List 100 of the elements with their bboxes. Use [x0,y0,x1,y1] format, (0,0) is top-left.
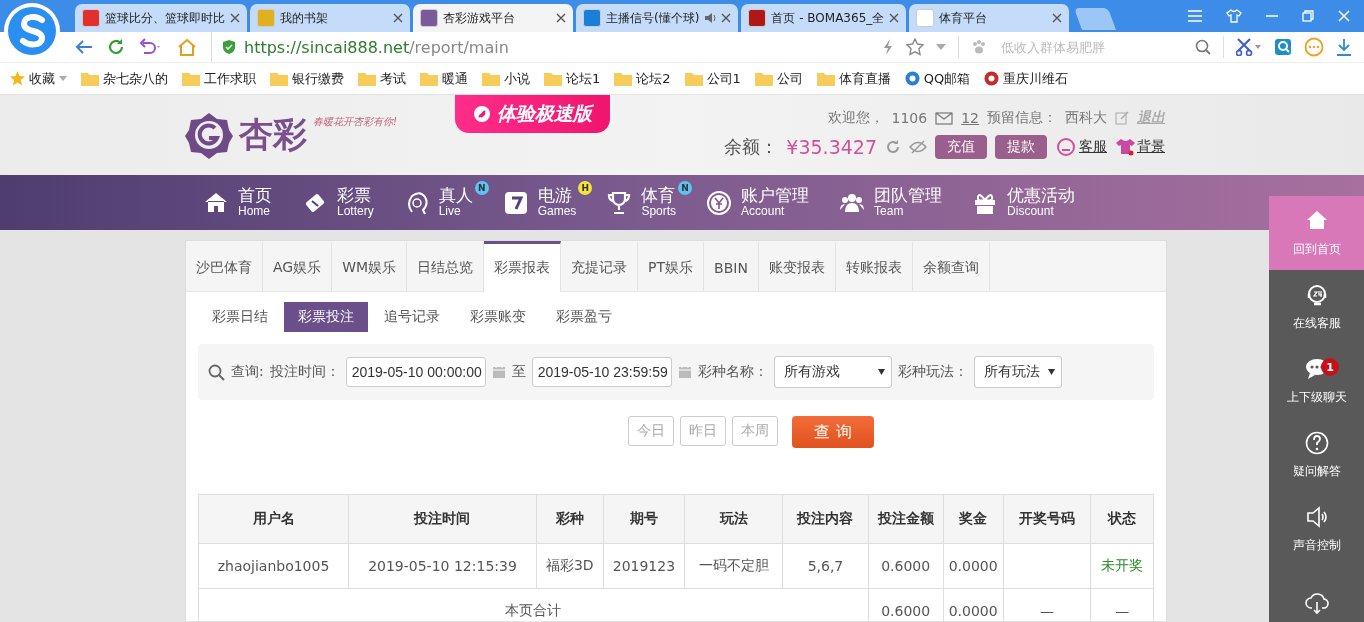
sub-tab[interactable]: 彩票日结 [198,302,282,332]
column-header: 状态 [1090,494,1154,544]
home-icon[interactable] [177,38,197,56]
eye-hidden-icon[interactable] [909,140,927,154]
sub-tab[interactable]: 彩票投注 [284,302,368,332]
report-tab[interactable]: BBIN [704,241,759,291]
bookmark-item[interactable]: 银行缴费 [270,69,344,88]
promo-badge[interactable]: 体验极速版 [455,95,610,133]
lightning-icon[interactable] [882,38,894,56]
column-header: 开奖号码 [1003,494,1091,544]
close-icon[interactable] [889,13,900,23]
browser-tab[interactable]: 我的书架 [250,4,410,32]
edit-icon[interactable] [1115,111,1129,125]
more-icon[interactable] [1304,37,1324,57]
bookmark-item[interactable]: 工作求职 [182,69,256,88]
close-icon[interactable] [721,13,732,23]
search-field[interactable]: 低收入群体易肥胖 [999,34,1183,60]
refresh-icon[interactable] [885,139,901,155]
back-icon[interactable] [75,39,93,55]
message-count-link[interactable]: 12 [961,110,979,126]
nav-item[interactable]: 团队管理 Team [839,187,943,218]
reload-icon[interactable] [107,38,125,56]
close-icon[interactable] [556,13,566,23]
deposit-button[interactable]: 充值 [935,135,987,159]
download-icon[interactable] [1336,38,1352,56]
speaker-icon [1304,504,1329,529]
bookmark-item[interactable]: 论坛2 [614,69,671,88]
mail-icon[interactable] [935,111,954,125]
background-link[interactable]: 背景 [1115,138,1165,156]
folder-icon [544,71,562,86]
bookmark-item[interactable]: 公司 [754,69,803,88]
side-menu-item[interactable]: 上下级聊天 1 [1269,344,1364,418]
bookmark-item[interactable]: 考试 [358,69,406,88]
restore-icon[interactable] [1302,10,1314,22]
account-icon [706,189,733,216]
calendar-icon[interactable] [491,365,506,379]
sub-tab[interactable]: 追号记录 [370,302,454,332]
bookmark-item[interactable]: QQ邮箱 [904,69,971,88]
play-type-select[interactable]: 所有玩法 [973,356,1062,388]
play-type-label: 彩种玩法： [897,363,968,381]
withdraw-button[interactable]: 提款 [995,135,1047,159]
menu-icon[interactable] [1188,10,1202,22]
nav-item[interactable]: 彩票 Lottery [302,187,374,218]
close-icon[interactable] [1052,13,1063,23]
sub-tab[interactable]: 彩票账变 [456,302,540,332]
report-tab[interactable]: 转账报表 [835,241,913,291]
sub-tab[interactable]: 彩票盈亏 [542,302,626,332]
report-tab[interactable]: AG娱乐 [263,241,333,291]
report-tab[interactable]: 账变报表 [758,241,836,291]
report-tab[interactable]: WM娱乐 [332,241,408,291]
close-icon[interactable] [393,13,403,23]
report-tab[interactable]: 彩票报表 [484,241,562,292]
column-header: 奖金 [943,494,1004,544]
table-cell: 一码不定胆 [684,543,783,589]
end-date-field[interactable]: 2019-05-10 23:59:59 [531,357,672,387]
scissors-icon[interactable] [1236,38,1262,56]
report-tab[interactable]: PT娱乐 [638,241,705,291]
bookmark-item[interactable]: 暖通 [420,69,468,88]
search-icon[interactable] [1195,39,1211,55]
calendar-icon[interactable] [677,365,692,379]
side-menu-item[interactable]: 声音控制 [1269,492,1364,566]
customer-service-link[interactable]: 客服 [1055,137,1107,157]
report-tab[interactable]: 余额查询 [912,241,990,291]
bookmark-item[interactable]: 杂七杂八的 [81,69,168,88]
game-select[interactable]: 所有游戏 [773,356,892,388]
browser-tab[interactable]: 体育平台 [909,4,1070,32]
query-label: 查询: [231,363,264,381]
side-menu-item[interactable] [1269,566,1364,622]
column-header: 投注金额 [868,494,943,544]
side-menu-item[interactable]: 在线客服 [1269,270,1364,344]
magnifier-card-icon[interactable] [1274,38,1292,56]
tab-title: 我的书架 [280,9,329,27]
start-date-field[interactable]: 2019-05-10 00:00:00 [345,357,486,387]
browser-tab[interactable]: 首页 - BOMA365_全 [741,4,907,32]
bookmark-item[interactable]: 小说 [482,69,530,88]
bookmark-item[interactable]: 体育直播 [816,69,891,88]
logo-emblem-icon [185,111,233,159]
nav-item[interactable]: 优惠活动 Discount [972,187,1076,218]
sports-icon [606,189,633,216]
nav-item[interactable]: 首页 Home [203,187,272,218]
folder-icon [482,71,500,86]
shirt-icon[interactable] [1226,9,1242,23]
side-menu-item[interactable]: 疑问解答 [1269,418,1364,492]
browser-tab[interactable]: 主播信号(懂个球) [576,4,739,32]
close-icon[interactable] [230,13,240,23]
browser-tab[interactable]: 篮球比分、篮球即时比 [75,4,247,32]
reserved-info-value: 西科大 [1065,109,1107,127]
report-tab[interactable]: 充提记录 [561,241,639,291]
bookmark-item[interactable]: 公司1 [684,69,741,88]
nav-item[interactable]: 账户管理 Account [706,187,810,218]
bookmark-item[interactable]: 收藏 [10,69,67,88]
browser-tab[interactable]: 杏彩游戏平台 [413,4,573,32]
undo-icon[interactable] [139,38,163,56]
new-tab-button[interactable] [1074,8,1117,30]
star-icon[interactable] [906,38,924,56]
report-tab[interactable]: 沙巴体育 [186,241,263,291]
star-icon [10,71,25,86]
bookmark-item[interactable]: 论坛1 [544,69,601,88]
caret-icon[interactable] [936,44,946,50]
bookmark-item[interactable]: 重庆川维石 [984,69,1069,88]
